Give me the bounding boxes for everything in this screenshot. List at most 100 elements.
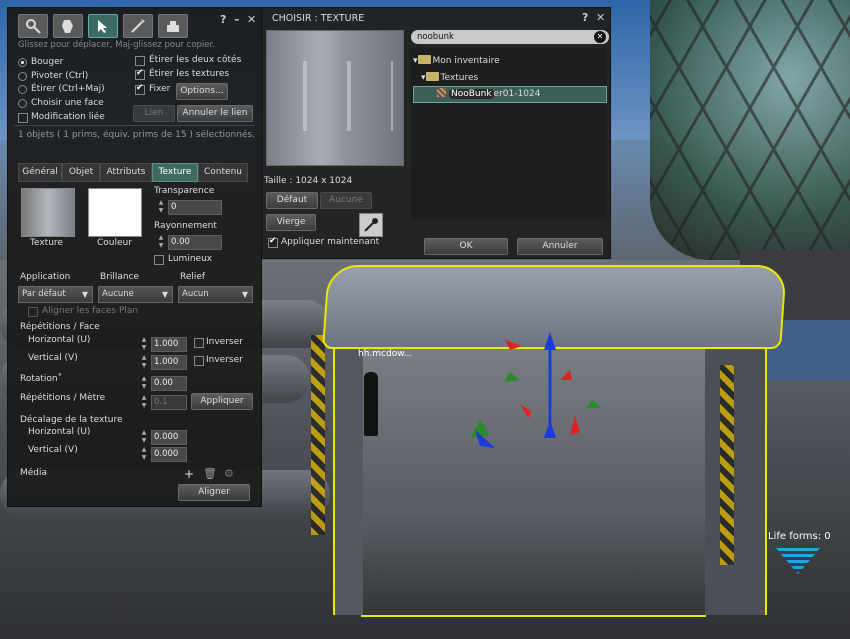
trash-icon[interactable]: 🗑 — [203, 467, 217, 480]
focus-tool-button[interactable] — [18, 14, 48, 38]
search-input[interactable]: noobunk ✕ — [411, 30, 609, 44]
horizontal-u-label: Horizontal (U) — [28, 335, 91, 345]
tab-content[interactable]: Contenu — [198, 163, 248, 182]
glow-label: Rayonnement — [154, 221, 217, 231]
move-tool-button[interactable] — [53, 14, 83, 38]
tab-general[interactable]: Général — [18, 163, 62, 182]
mode-stretch-label: Étirer (Ctrl+Maj) — [31, 84, 105, 94]
texture-swatch[interactable] — [21, 188, 75, 237]
color-swatch[interactable] — [88, 188, 142, 237]
repeats-meter-spinner[interactable]: ▲ ▼ — [140, 394, 148, 410]
flip-u-checkbox[interactable] — [194, 338, 204, 348]
apply-now-checkbox[interactable] — [268, 236, 278, 248]
rotation-field[interactable]: 0.00 — [151, 376, 187, 391]
horizontal-u-field[interactable]: 1.000 — [151, 337, 187, 352]
mode-rotate-label: Pivoter (Ctrl) — [31, 71, 89, 81]
fullbright-checkbox[interactable] — [154, 255, 164, 265]
offset-v-field[interactable]: 0.000 — [151, 447, 187, 462]
tab-texture[interactable]: Texture — [152, 163, 198, 182]
close-icon[interactable]: ✕ — [247, 13, 256, 26]
horizontal-u-spinner[interactable]: ▲ ▼ — [140, 336, 148, 352]
tab-object[interactable]: Objet — [62, 163, 100, 182]
flip-u-label: Inverser — [206, 337, 243, 347]
move-icon — [62, 20, 73, 33]
tree-row-textures[interactable]: ▾ Textures — [421, 71, 478, 85]
bunker-left-wall — [333, 325, 363, 615]
expand-arrow-icon[interactable]: ▾ — [413, 56, 418, 66]
blank-button[interactable]: Vierge — [266, 214, 316, 231]
align-button[interactable]: Aligner — [178, 484, 250, 501]
texture-preview-image — [277, 61, 393, 131]
tree-label-texture-rest: er01-1024 — [493, 89, 541, 99]
mapping-combo[interactable]: Par défaut ▼ — [18, 286, 93, 303]
mode-move-radio[interactable] — [18, 58, 27, 67]
flip-v-checkbox[interactable] — [194, 356, 204, 366]
vertical-v-label: Vertical (V) — [28, 353, 78, 363]
eyedropper-button[interactable] — [359, 213, 383, 237]
minimize-icon[interactable]: – — [234, 13, 240, 26]
bumpiness-value: Aucun — [182, 289, 209, 299]
offset-u-field[interactable]: 0.000 — [151, 430, 187, 445]
vertical-v-field[interactable]: 1.000 — [151, 355, 187, 370]
glow-spinner[interactable]: ▲ ▼ — [157, 234, 165, 250]
none-button[interactable]: Aucune — [320, 192, 372, 209]
transparency-spinner[interactable]: ▲ ▼ — [157, 199, 165, 215]
transparency-field[interactable]: 0 — [168, 200, 222, 215]
focus-icon — [26, 19, 41, 34]
selection-status: 1 objets ( 1 prims, équiv. prims de 15 )… — [18, 130, 256, 140]
repeats-face-label: Répétitions / Face — [20, 322, 100, 332]
bumpiness-combo[interactable]: Aucun ▼ — [178, 286, 253, 303]
divider — [14, 125, 254, 126]
vertical-v-spinner[interactable]: ▲ ▼ — [140, 354, 148, 370]
stretch-textures-checkbox[interactable] — [135, 68, 145, 80]
life-forms-counter: Life forms: 0 — [768, 531, 831, 542]
create-tool-button[interactable] — [123, 14, 153, 38]
mode-rotate-radio[interactable] — [18, 72, 27, 81]
bunker-right-wall — [705, 335, 767, 615]
apply-button[interactable]: Appliquer — [191, 393, 253, 410]
default-button[interactable]: Défaut — [266, 192, 318, 209]
land-tool-button[interactable] — [158, 14, 188, 38]
mode-face-radio[interactable] — [18, 99, 27, 108]
shininess-combo[interactable]: Aucune ▼ — [98, 286, 173, 303]
link-button[interactable]: Lien — [133, 105, 175, 122]
rotation-spinner[interactable]: ▲ ▼ — [140, 375, 148, 391]
help-icon[interactable]: ? — [220, 13, 226, 26]
add-media-icon[interactable]: + — [184, 467, 194, 481]
bunker-floor — [361, 505, 706, 617]
offset-v-spinner[interactable]: ▲ ▼ — [140, 446, 148, 462]
apply-now-label: Appliquer maintenant — [281, 237, 380, 247]
tree-row-texture-item[interactable]: NooBunk er01-1024 — [437, 87, 540, 101]
build-hint: Glissez pour déplacer, Maj-glissez pour … — [18, 40, 215, 50]
mode-face-label: Choisir une face — [31, 98, 104, 108]
search-text: noobunk — [417, 32, 454, 42]
expand-arrow-icon[interactable]: ▾ — [421, 73, 426, 83]
cancel-button[interactable]: Annuler — [517, 238, 603, 255]
move-gizmo[interactable] — [460, 320, 620, 460]
texture-size: Taille : 1024 x 1024 — [264, 176, 353, 186]
edit-tool-button[interactable] — [88, 14, 118, 38]
edit-linked-checkbox[interactable] — [18, 113, 28, 123]
repeats-meter-field[interactable]: 0.1 — [151, 395, 187, 410]
stretch-both-checkbox[interactable] — [135, 56, 145, 66]
snap-checkbox[interactable] — [135, 83, 145, 95]
close-icon[interactable]: ✕ — [596, 11, 605, 24]
tree-row-inventory[interactable]: ▾ Mon inventaire — [413, 54, 500, 68]
ok-button[interactable]: OK — [424, 238, 508, 255]
options-button[interactable]: Options... — [176, 83, 228, 100]
fullbright-label: Lumineux — [168, 254, 213, 264]
gear-icon[interactable]: ⚙ — [224, 467, 234, 480]
clear-search-icon[interactable]: ✕ — [594, 31, 606, 43]
avatar[interactable] — [364, 372, 378, 436]
mode-stretch-radio[interactable] — [18, 85, 27, 94]
align-planar-checkbox[interactable] — [28, 307, 38, 317]
inventory-tree: ▾ Mon inventaire ▾ Textures NooBunk er01-10… — [411, 48, 607, 220]
tab-features[interactable]: Attributs — [100, 163, 152, 182]
offset-u-spinner[interactable]: ▲ ▼ — [140, 429, 148, 445]
glow-field[interactable]: 0.00 — [168, 235, 222, 250]
help-icon[interactable]: ? — [582, 11, 588, 24]
tree-label-textures: Textures — [440, 73, 479, 83]
unlink-button[interactable]: Annuler le lien — [177, 105, 253, 122]
flip-v-label: Inverser — [206, 355, 243, 365]
stretch-textures-label: Étirer les textures — [149, 69, 230, 79]
